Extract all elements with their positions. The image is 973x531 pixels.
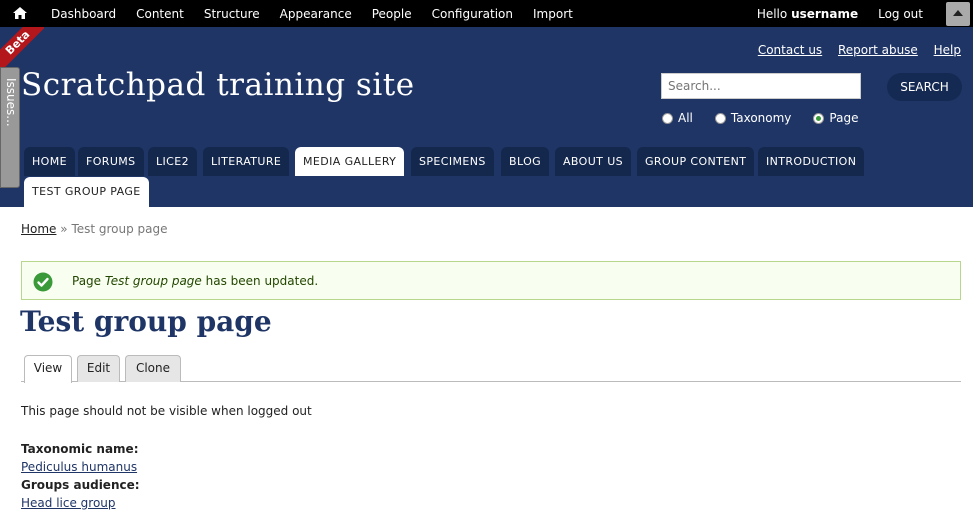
page-body: This page should not be visible when log…: [21, 404, 312, 418]
toolbar-user: Hello username Log out: [757, 0, 923, 27]
radio-dot-selected: [813, 112, 825, 124]
nav-tab-specimens[interactable]: Specimens: [411, 147, 494, 176]
top-links: Contact us Report abuse Help: [746, 43, 961, 57]
radio-taxonomy[interactable]: Taxonomy: [714, 111, 792, 125]
toolbar-structure[interactable]: Structure: [204, 7, 260, 21]
toolbar-drawer-toggle[interactable]: [946, 2, 970, 26]
toolbar-nav: Dashboard Content Structure Appearance P…: [41, 0, 583, 27]
check-circle-icon: [33, 272, 53, 292]
toolbar-content[interactable]: Content: [136, 7, 184, 21]
radio-page[interactable]: Page: [813, 111, 858, 125]
report-abuse-link[interactable]: Report abuse: [838, 43, 918, 57]
status-message-text: Page Test group page has been updated.: [72, 274, 318, 288]
nav-tab-lice2[interactable]: Lice2: [148, 147, 198, 176]
tab-clone[interactable]: Clone: [125, 355, 181, 382]
issues-tab[interactable]: Issues...: [0, 67, 20, 188]
radio-dot: [714, 112, 726, 124]
toolbar-dashboard[interactable]: Dashboard: [51, 7, 116, 21]
site-header: Beta Contact us Report abuse Help Scratc…: [0, 27, 973, 207]
site-name[interactable]: Scratchpad training site: [21, 67, 415, 103]
radio-all-label: All: [678, 111, 693, 125]
admin-toolbar: Dashboard Content Structure Appearance P…: [0, 0, 973, 27]
nav-tab-group-content[interactable]: Group content: [637, 147, 755, 176]
nav-tab-introduction[interactable]: Introduction: [758, 147, 865, 176]
message-prefix: Page: [72, 274, 102, 288]
triangle-up-icon: [953, 10, 963, 16]
contact-us-link[interactable]: Contact us: [758, 43, 822, 57]
breadcrumb-home-link[interactable]: Home: [21, 222, 56, 236]
message-suffix: has been updated.: [205, 274, 319, 288]
radio-all[interactable]: All: [662, 111, 693, 125]
nav-tab-about-us[interactable]: About us: [555, 147, 632, 176]
username: username: [791, 6, 859, 21]
groups-audience-label: Groups audience:: [21, 478, 140, 492]
toolbar-configuration[interactable]: Configuration: [432, 7, 513, 21]
tab-edit[interactable]: Edit: [77, 355, 120, 382]
nav-tab-home[interactable]: Home: [24, 147, 75, 176]
breadcrumb-current: Test group page: [71, 222, 168, 236]
nav-tab-media-gallery[interactable]: Media gallery: [295, 147, 405, 176]
breadcrumb-separator: »: [60, 222, 68, 236]
home-icon[interactable]: [12, 5, 28, 21]
taxonomic-name-label: Taxonomic name:: [21, 442, 139, 456]
local-tabs: View Edit Clone: [21, 355, 961, 383]
search-button[interactable]: SEARCH: [887, 73, 962, 101]
nav-tab-test-group-page[interactable]: Test group page: [24, 177, 149, 207]
nav-tab-forums[interactable]: Forums: [78, 147, 144, 176]
groups-audience-link[interactable]: Head lice group: [21, 496, 116, 510]
search-scope-radios: All Taxonomy Page: [662, 111, 880, 125]
hello-prefix: Hello: [756, 6, 788, 21]
taxonomic-name-link[interactable]: Pediculus humanus: [21, 460, 137, 474]
nav-tab-blog[interactable]: Blog: [501, 147, 550, 176]
issues-label: Issues...: [4, 78, 18, 127]
search-input[interactable]: [661, 73, 861, 99]
toolbar-appearance[interactable]: Appearance: [280, 7, 352, 21]
logout-link[interactable]: Log out: [878, 7, 923, 21]
beta-label: Beta: [0, 27, 44, 71]
nav-tab-literature[interactable]: Literature: [203, 147, 290, 176]
hello-text: Hello username: [757, 7, 858, 21]
tab-view[interactable]: View: [24, 355, 72, 383]
radio-page-label: Page: [829, 111, 859, 125]
radio-dot: [662, 112, 673, 124]
breadcrumb: Home » Test group page: [21, 222, 168, 236]
page-title: Test group page: [20, 305, 272, 338]
beta-ribbon: Beta: [0, 27, 44, 71]
message-node-title: Test group page: [104, 274, 202, 288]
status-message: Page Test group page has been updated.: [21, 261, 961, 300]
toolbar-people[interactable]: People: [372, 7, 412, 21]
radio-taxonomy-label: Taxonomy: [730, 111, 792, 125]
toolbar-import[interactable]: Import: [533, 7, 573, 21]
help-link[interactable]: Help: [934, 43, 961, 57]
